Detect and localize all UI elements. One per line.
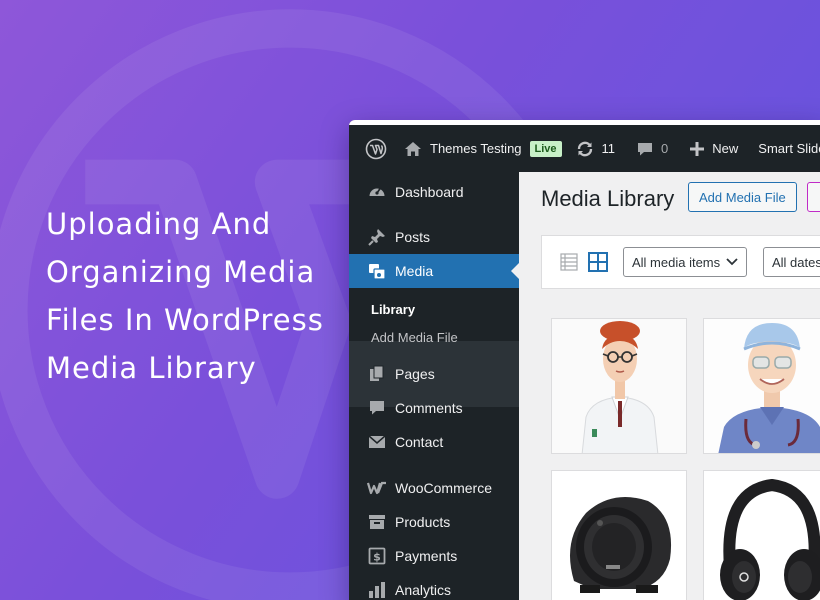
new-label: New bbox=[712, 141, 739, 156]
headline-line: Media Library bbox=[46, 351, 257, 385]
wp-admin-window: Themes Testing Live 11 0 New Smart Slid … bbox=[349, 120, 820, 600]
comment-icon bbox=[638, 142, 653, 155]
sidebar-item-contact[interactable]: Contact bbox=[349, 425, 519, 459]
admin-sidebar: Dashboard Posts Media Library Add Media … bbox=[349, 172, 519, 600]
woman-in-lab-coat-image bbox=[552, 319, 686, 453]
comments-count: 0 bbox=[661, 141, 669, 156]
pages-icon bbox=[367, 364, 387, 384]
site-name-link[interactable]: Themes Testing Live bbox=[404, 140, 562, 157]
submenu-item-library[interactable]: Library bbox=[371, 302, 415, 317]
comments-link[interactable]: 0 bbox=[637, 141, 668, 157]
media-type-filter[interactable]: All media items bbox=[623, 247, 748, 277]
sidebar-item-pages[interactable]: Pages bbox=[349, 357, 519, 391]
headline: Uploading And Organizing Media Files In … bbox=[46, 200, 346, 392]
plus-icon bbox=[690, 141, 705, 156]
sidebar-item-media[interactable]: Media bbox=[349, 254, 519, 288]
submenu-item-add-media-file[interactable]: Add Media File bbox=[371, 330, 458, 345]
grid-view-icon[interactable] bbox=[588, 252, 608, 272]
updates-icon bbox=[577, 141, 592, 156]
admin-bar: Themes Testing Live 11 0 New Smart Slid bbox=[349, 120, 820, 172]
headline-line: Files In WordPress bbox=[46, 303, 324, 337]
black-speaker-image bbox=[552, 471, 686, 600]
sidebar-item-label: Analytics bbox=[395, 582, 452, 598]
media-icon bbox=[367, 261, 387, 281]
extra-action-button[interactable] bbox=[807, 182, 820, 212]
list-view-icon[interactable] bbox=[560, 253, 578, 271]
sidebar-item-comments[interactable]: Comments bbox=[349, 391, 519, 425]
sidebar-item-label: WooCommerce bbox=[395, 480, 492, 496]
sidebar-item-woocommerce[interactable]: WooCommerce bbox=[349, 471, 519, 505]
chevron-down-icon bbox=[726, 258, 738, 266]
sidebar-item-posts[interactable]: Posts bbox=[349, 220, 519, 254]
sidebar-item-label: Pages bbox=[395, 366, 435, 382]
media-thumbnail[interactable] bbox=[703, 470, 820, 600]
sidebar-item-label: Comments bbox=[395, 400, 463, 416]
sidebar-item-label: Media bbox=[395, 263, 434, 279]
sidebar-item-label: Dashboard bbox=[395, 184, 464, 200]
sidebar-item-payments[interactable]: $ Payments bbox=[349, 539, 519, 573]
date-filter[interactable]: All dates bbox=[763, 247, 820, 277]
archive-icon bbox=[367, 512, 387, 532]
home-icon bbox=[405, 141, 421, 156]
updates-link[interactable]: 11 bbox=[576, 140, 616, 158]
media-thumbnail[interactable] bbox=[703, 318, 820, 454]
date-filter-value: All dates bbox=[772, 254, 820, 270]
media-thumbnail[interactable] bbox=[551, 470, 687, 600]
comment-icon bbox=[367, 398, 387, 418]
sidebar-item-label: Contact bbox=[395, 434, 444, 450]
smiling-nurse-in-scrubs-image bbox=[704, 319, 820, 453]
site-name: Themes Testing bbox=[430, 141, 522, 156]
woocommerce-icon bbox=[367, 478, 387, 498]
dollar-icon: $ bbox=[367, 546, 387, 566]
bar-chart-icon bbox=[367, 580, 387, 600]
page-title: Media Library bbox=[541, 186, 675, 211]
new-content-link[interactable]: New bbox=[690, 141, 738, 156]
smart-slider-label: Smart Slider bbox=[758, 141, 820, 156]
headline-line: Organizing Media bbox=[46, 255, 316, 289]
sidebar-item-analytics[interactable]: Analytics bbox=[349, 573, 519, 600]
svg-text:$: $ bbox=[373, 551, 381, 564]
sidebar-item-dashboard[interactable]: Dashboard bbox=[349, 175, 519, 209]
sidebar-item-products[interactable]: Products bbox=[349, 505, 519, 539]
envelope-icon bbox=[367, 432, 387, 452]
pin-icon bbox=[367, 227, 387, 247]
smart-slider-link[interactable]: Smart Slider bbox=[758, 141, 820, 156]
add-media-file-button[interactable]: Add Media File bbox=[688, 182, 797, 212]
sidebar-item-label: Payments bbox=[395, 548, 458, 564]
media-toolbar: All media items All dates bbox=[541, 235, 820, 289]
black-headphones-image bbox=[704, 471, 820, 600]
sidebar-item-label: Products bbox=[395, 514, 451, 530]
wordpress-logo-icon[interactable] bbox=[365, 138, 387, 160]
dashboard-icon bbox=[367, 182, 387, 202]
sidebar-item-label: Posts bbox=[395, 229, 431, 245]
active-indicator bbox=[511, 263, 519, 279]
updates-count: 11 bbox=[601, 141, 616, 156]
media-thumbnail[interactable] bbox=[551, 318, 687, 454]
main-content: Media Library Add Media File All media i… bbox=[519, 172, 820, 600]
media-type-value: All media items bbox=[632, 254, 721, 270]
live-badge: Live bbox=[529, 140, 562, 157]
headline-line: Uploading And bbox=[46, 207, 272, 241]
